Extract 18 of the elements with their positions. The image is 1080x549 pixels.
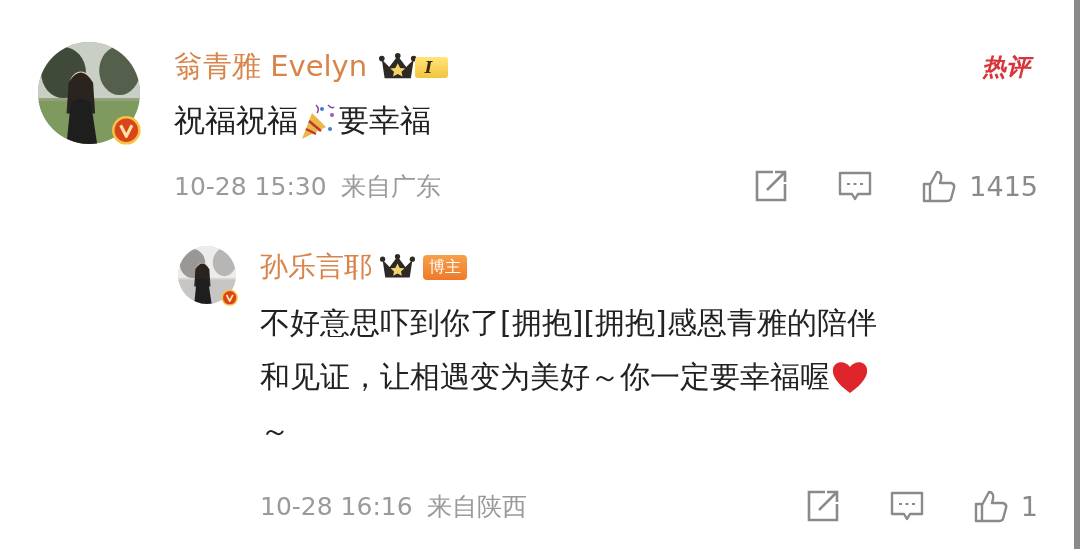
comment-time: 10-28 15:30 — [174, 171, 327, 201]
crown-icon — [380, 253, 415, 281]
comment-time: 10-28 16:16 — [260, 491, 413, 521]
comment-text: ～ — [260, 411, 290, 450]
comment-text: 不好意思吓到你了[拥抱][拥抱]感恩青雅的陪伴 — [260, 303, 877, 342]
thumbs-up-icon — [972, 488, 1009, 524]
level-tag: I — [414, 56, 449, 78]
like-button[interactable]: 1415 — [921, 168, 1038, 204]
user-name[interactable]: 孙乐言耶 — [260, 248, 372, 286]
role-tag: 博主 — [423, 254, 467, 280]
comment-location: 来自陕西 — [426, 490, 527, 523]
comment-text: 要幸福 — [338, 101, 431, 140]
user-name[interactable]: 翁青雅 Evelyn — [174, 47, 368, 87]
like-button[interactable]: 1 — [972, 488, 1038, 524]
comment-text: 祝福祝福 — [174, 101, 298, 140]
thumbs-up-icon — [921, 168, 958, 204]
comment-location: 来自广东 — [340, 170, 441, 203]
comment-text: 和见证，让相遇变为美好～你一定要幸福喔 — [260, 357, 830, 396]
